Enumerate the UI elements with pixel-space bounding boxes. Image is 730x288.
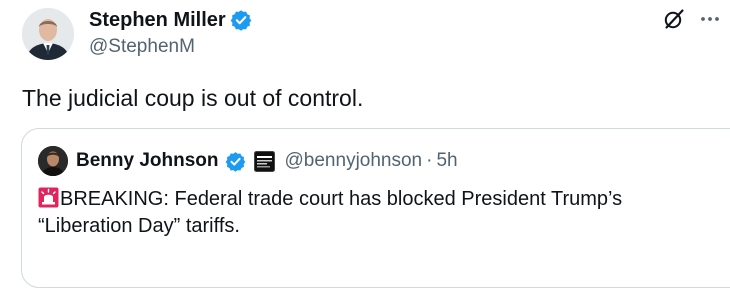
quoted-tweet-card[interactable]: Benny Johnson @bennyjohnson · 5h BREAKIN… xyxy=(21,128,730,288)
quoted-tweet-line-2: “Liberation Day” tariffs. xyxy=(38,215,240,237)
author-name-row: Stephen Miller xyxy=(89,8,252,32)
verified-badge-icon[interactable] xyxy=(230,9,252,31)
grok-icon xyxy=(664,9,684,29)
quoted-tweet-timestamp[interactable]: 5h xyxy=(436,150,457,172)
quoted-author-avatar[interactable] xyxy=(38,146,68,176)
author-name[interactable]: Stephen Miller xyxy=(89,9,226,32)
more-options-button[interactable] xyxy=(697,6,723,32)
tweet-text: The judicial coup is out of control. xyxy=(22,85,364,111)
author-handle[interactable]: @StephenM xyxy=(89,36,195,58)
affiliate-badge-icon[interactable] xyxy=(253,150,275,172)
meta-separator: · xyxy=(426,150,433,171)
person-avatar-icon xyxy=(38,146,68,176)
quoted-author-name[interactable]: Benny Johnson xyxy=(76,150,219,172)
grok-button[interactable] xyxy=(661,6,687,32)
more-horizontal-icon xyxy=(701,17,719,21)
quoted-tweet-header: Benny Johnson @bennyjohnson · 5h xyxy=(38,146,458,176)
siren-emoji-icon xyxy=(38,187,59,208)
person-avatar-icon xyxy=(22,8,74,60)
quoted-tweet-text: BREAKING: Federal trade court has blocke… xyxy=(38,186,728,240)
quoted-tweet-line-1: BREAKING: Federal trade court has blocke… xyxy=(60,188,623,210)
verified-badge-icon[interactable] xyxy=(225,151,246,172)
quoted-author-handle[interactable]: @bennyjohnson xyxy=(285,150,423,172)
author-avatar[interactable] xyxy=(22,8,74,60)
